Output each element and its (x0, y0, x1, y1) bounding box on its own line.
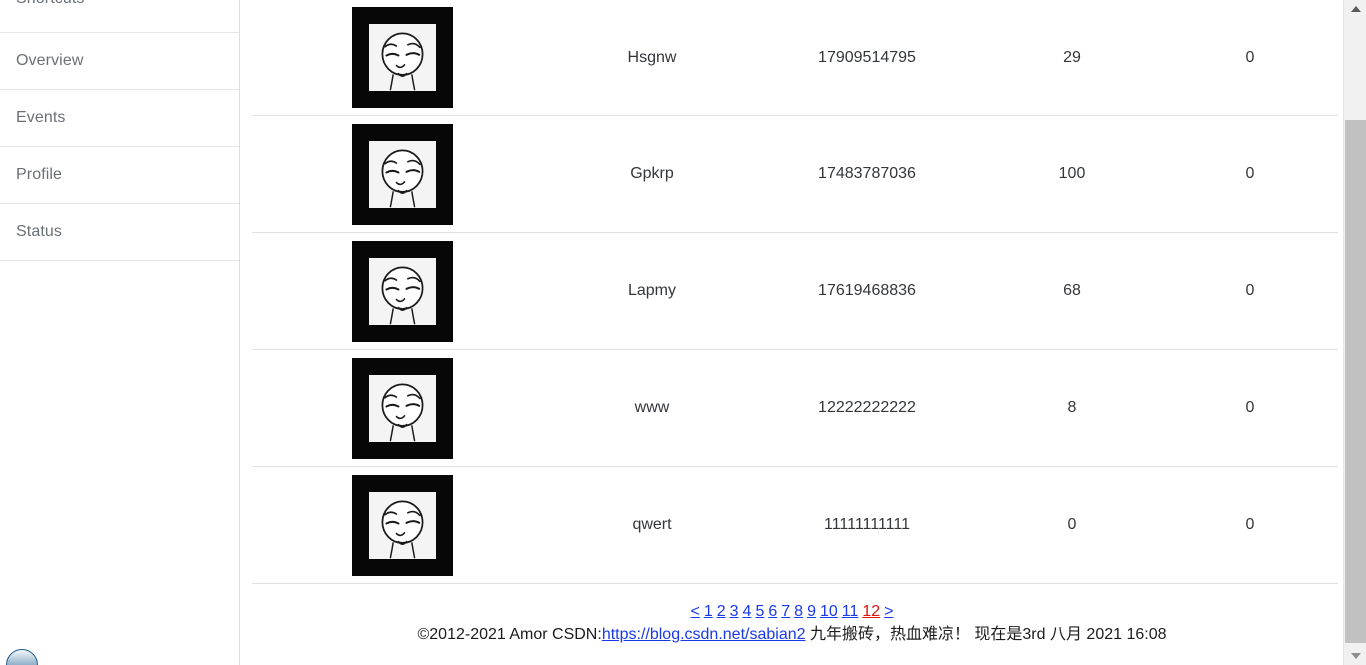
footer-suffix-text: 九年搬砖，热血难凉！ 现在是3rd 八月 2021 16:08 (805, 626, 1167, 643)
user-metric-two: 0 (1245, 165, 1255, 182)
table-row[interactable]: qwert 11111111111 0 0 (252, 467, 1338, 584)
footer: ©2012-2021 Amor CSDN:https://blog.csdn.n… (241, 624, 1343, 646)
user-phone: 17619468836 (818, 282, 916, 299)
user-name: Lapmy (627, 282, 677, 299)
triangle-down-icon[interactable] (1344, 647, 1366, 665)
table-row[interactable]: www 12222222222 8 0 (252, 350, 1338, 467)
pagination-page-1[interactable]: 1 (704, 603, 713, 620)
user-metric-two: 0 (1245, 516, 1255, 533)
sidebar-item-shortcuts[interactable]: Shortcuts (0, 0, 239, 33)
vertical-scrollbar[interactable] (1343, 0, 1366, 665)
user-name: Gpkrp (630, 165, 674, 182)
sidebar: Shortcuts Overview Events Profile Status (0, 0, 240, 665)
user-phone: 12222222222 (818, 399, 916, 416)
user-table: Hsgnw 17909514795 29 0 Gpkrp 17483787036… (252, 0, 1338, 584)
user-metric-two: 0 (1245, 282, 1255, 299)
user-name: www (634, 399, 670, 416)
pagination-page-9[interactable]: 9 (807, 603, 816, 620)
avatar-cell (252, 7, 552, 108)
avatar-cell (252, 240, 552, 342)
triangle-up-icon[interactable] (1344, 0, 1366, 18)
user-phone: 11111111111 (823, 516, 910, 533)
meme-face-avatar (351, 240, 453, 342)
pagination-page-12[interactable]: 12 (862, 603, 880, 620)
meme-face-avatar (351, 123, 453, 225)
avatar-cell (252, 474, 552, 576)
table-row[interactable]: Hsgnw 17909514795 29 0 (252, 0, 1338, 116)
footer-blog-link[interactable]: https://blog.csdn.net/sabian2 (602, 626, 806, 643)
pagination-page-11[interactable]: 11 (842, 603, 859, 620)
page-root: Shortcuts Overview Events Profile Status (0, 0, 1366, 665)
sidebar-item-label: Overview (16, 52, 84, 69)
sidebar-item-label: Profile (16, 166, 63, 183)
meme-face-icon (368, 374, 436, 442)
avatar-cell (252, 357, 552, 459)
user-name: Hsgnw (627, 48, 677, 66)
pagination-page-8[interactable]: 8 (794, 603, 803, 620)
avatar-cell (252, 123, 552, 225)
pagination-prev[interactable]: < (690, 603, 699, 620)
pagination-page-7[interactable]: 7 (781, 603, 790, 620)
user-metric-two: 0 (1245, 399, 1255, 416)
user-name: qwert (632, 516, 672, 533)
user-phone: 17483787036 (818, 165, 916, 182)
sidebar-item-events[interactable]: Events (0, 90, 239, 147)
user-phone: 17909514795 (818, 48, 916, 66)
table-row[interactable]: Gpkrp 17483787036 100 0 (252, 116, 1338, 233)
user-metric-one: 29 (1063, 48, 1081, 66)
sidebar-item-overview[interactable]: Overview (0, 33, 239, 90)
content-area: Hsgnw 17909514795 29 0 Gpkrp 17483787036… (241, 0, 1343, 665)
meme-face-icon (368, 140, 436, 208)
user-metric-two: 0 (1245, 48, 1255, 66)
pagination: <1 2 3 4 5 6 7 8 9 10 11 12 > (241, 601, 1343, 622)
footer-copyright-prefix: ©2012-2021 Amor CSDN: (417, 626, 602, 643)
meme-face-icon (368, 24, 436, 91)
user-metric-one: 0 (1067, 516, 1077, 533)
sidebar-item-label: Events (16, 109, 66, 126)
pagination-page-10[interactable]: 10 (820, 603, 838, 620)
user-metric-one: 100 (1058, 165, 1086, 182)
user-metric-one: 8 (1067, 399, 1077, 416)
pagination-page-5[interactable]: 5 (755, 603, 764, 620)
meme-face-avatar (351, 474, 453, 576)
sidebar-item-label: Status (16, 223, 62, 240)
user-metric-one: 68 (1063, 282, 1081, 299)
pagination-next[interactable]: > (884, 603, 893, 620)
scrollbar-thumb[interactable] (1345, 120, 1366, 643)
pagination-page-4[interactable]: 4 (743, 603, 752, 620)
meme-face-avatar (351, 7, 453, 108)
pagination-page-2[interactable]: 2 (717, 603, 726, 620)
meme-face-icon (368, 491, 436, 559)
table-row[interactable]: Lapmy 17619468836 68 0 (252, 233, 1338, 350)
meme-face-avatar (351, 357, 453, 459)
sidebar-item-status[interactable]: Status (0, 204, 239, 261)
sidebar-item-profile[interactable]: Profile (0, 147, 239, 204)
meme-face-icon (368, 257, 436, 325)
pagination-page-3[interactable]: 3 (730, 603, 739, 620)
sidebar-item-label: Shortcuts (16, 0, 85, 8)
pagination-page-6[interactable]: 6 (768, 603, 777, 620)
